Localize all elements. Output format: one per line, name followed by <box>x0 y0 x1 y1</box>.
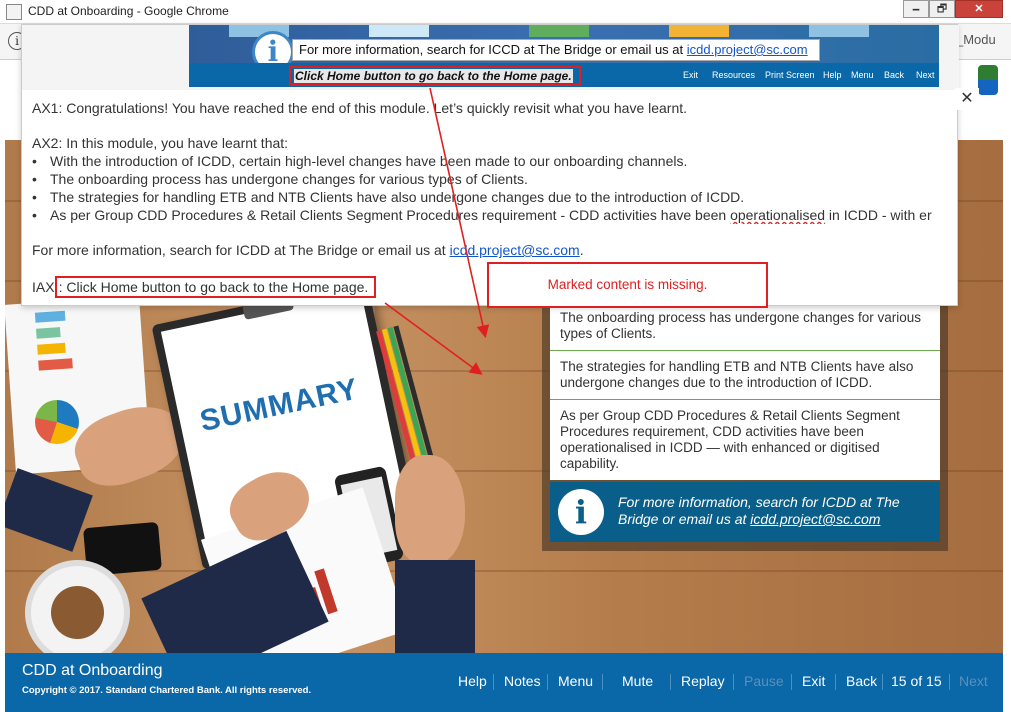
infographic-bar <box>37 342 66 355</box>
top-nav-resources[interactable]: Resources <box>712 70 755 80</box>
top-nav-exit[interactable]: Exit <box>683 70 698 80</box>
spellcheck-marked-word: operationalised <box>730 207 826 223</box>
exit-button[interactable]: Exit <box>802 673 825 689</box>
panel-info-text: For more information, search for ICDD at… <box>618 494 933 528</box>
course-navbar: CDD at Onboarding Copyright © 2017. Stan… <box>5 653 1003 712</box>
copyright-text: Copyright © 2017. Standard Chartered Ban… <box>22 685 312 696</box>
coffee <box>51 586 104 639</box>
coffee-cup-image <box>25 560 130 653</box>
summary-panel-list: The onboarding process has undergone cha… <box>550 306 940 480</box>
top-nav-print-screen[interactable]: Print Screen <box>765 70 815 80</box>
iax-text: : Click Home button to go back to the Ho… <box>58 279 369 295</box>
ax2-bullet: With the introduction of ICDD, certain h… <box>32 152 957 170</box>
header-tile <box>529 25 589 37</box>
ax2-bullet4-prefix: As per Group CDD Procedures & Retail Cli… <box>50 207 731 223</box>
back-button[interactable]: Back <box>846 673 877 689</box>
header-tile <box>369 25 429 37</box>
nav-separator <box>493 674 494 690</box>
minimize-button[interactable]: 🗕 <box>903 0 929 18</box>
help-button[interactable]: Help <box>458 673 487 689</box>
more-info-line: For more information, search for ICDD at… <box>32 241 957 259</box>
address-tail-text: _Modu <box>956 32 996 47</box>
top-nav-help[interactable]: Help <box>823 70 842 80</box>
window-title: CDD at Onboarding - Google Chrome <box>28 4 229 18</box>
page-indicator: 15 of 15 <box>891 673 942 689</box>
iax-label: IAX <box>32 279 55 295</box>
infographic-bar <box>34 310 66 323</box>
highlighted-instruction-text: Click Home button to go back to the Home… <box>294 69 573 83</box>
popup-header-screenshot: i For more information, search for ICCD … <box>22 25 959 90</box>
player-top-nav: Click Home button to go back to the Home… <box>189 63 939 87</box>
wood-grain-line <box>5 570 1003 572</box>
more-info-suffix: . <box>579 242 584 258</box>
nav-separator <box>791 674 792 690</box>
popup-close-button[interactable]: ✕ <box>955 88 979 110</box>
browser-app-icon <box>6 4 22 20</box>
window-close-button[interactable]: ✕ <box>955 0 1003 18</box>
mute-button[interactable]: Mute <box>622 673 653 689</box>
iax-highlight-box: : Click Home button to go back to the Ho… <box>54 276 377 298</box>
window-titlebar: CDD at Onboarding - Google Chrome 🗕 🗗 ✕ <box>0 0 1011 24</box>
top-nav-back[interactable]: Back <box>884 70 904 80</box>
summary-panel-item: The onboarding process has undergone cha… <box>550 306 940 351</box>
infographic-bar <box>38 358 73 371</box>
sleeve-image <box>395 560 475 653</box>
info-banner: For more information, search for ICCD at… <box>292 39 820 61</box>
ax2-bullet: The onboarding process has undergone cha… <box>32 170 957 188</box>
ax2-bullet: The strategies for handling ETB and NTB … <box>32 188 957 206</box>
pie-chart-image <box>35 400 79 444</box>
top-nav-next[interactable]: Next <box>916 70 935 80</box>
header-tile <box>669 25 729 37</box>
course-title: CDD at Onboarding <box>22 662 163 679</box>
highlighted-instruction: Click Home button to go back to the Home… <box>289 66 581 86</box>
next-button[interactable]: Next <box>959 673 988 689</box>
summary-panel-item: The strategies for handling ETB and NTB … <box>550 351 940 400</box>
nav-separator <box>733 674 734 690</box>
ax2-heading: AX2: In this module, you have learnt tha… <box>32 135 289 151</box>
maximize-button[interactable]: 🗗 <box>929 0 955 18</box>
summary-word: SUMMARY <box>197 372 362 439</box>
more-info-prefix: For more information, search for ICDD at… <box>32 242 450 258</box>
notes-button[interactable]: Notes <box>504 673 541 689</box>
nav-separator <box>882 674 883 690</box>
infographic-bar <box>35 327 61 339</box>
hand-image <box>395 455 465 565</box>
nav-separator <box>602 674 603 690</box>
nav-separator <box>670 674 671 690</box>
header-tile <box>809 25 869 37</box>
summary-panel-item: As per Group CDD Procedures & Retail Cli… <box>560 408 900 471</box>
bank-logo <box>978 65 998 95</box>
pause-button[interactable]: Pause <box>744 673 784 689</box>
menu-button[interactable]: Menu <box>558 673 593 689</box>
nav-separator <box>835 674 836 690</box>
sleeve-image <box>5 468 93 552</box>
panel-info-box: i For more information, search for ICDD … <box>550 482 940 542</box>
nav-separator <box>949 674 950 690</box>
ax2-bullet: As per Group CDD Procedures & Retail Cli… <box>32 206 957 224</box>
replay-button[interactable]: Replay <box>681 673 725 689</box>
missing-content-annotation: Marked content is missing. <box>487 262 768 308</box>
summary-panel: The onboarding process has undergone cha… <box>542 306 948 551</box>
ax1-text: AX1: Congratulations! You have reached t… <box>32 100 688 116</box>
info-banner-email-link[interactable]: icdd.project@sc.com <box>687 42 808 57</box>
nav-separator <box>547 674 548 690</box>
info-icon: i <box>558 489 604 535</box>
panel-email-link[interactable]: icdd.project@sc.com <box>750 511 880 527</box>
info-banner-text: For more information, search for ICCD at… <box>299 42 687 57</box>
top-nav-menu[interactable]: Menu <box>851 70 874 80</box>
more-info-email-link[interactable]: icdd.project@sc.com <box>450 242 580 258</box>
ax2-bullet4-suffix: in ICDD - with er <box>825 207 932 223</box>
